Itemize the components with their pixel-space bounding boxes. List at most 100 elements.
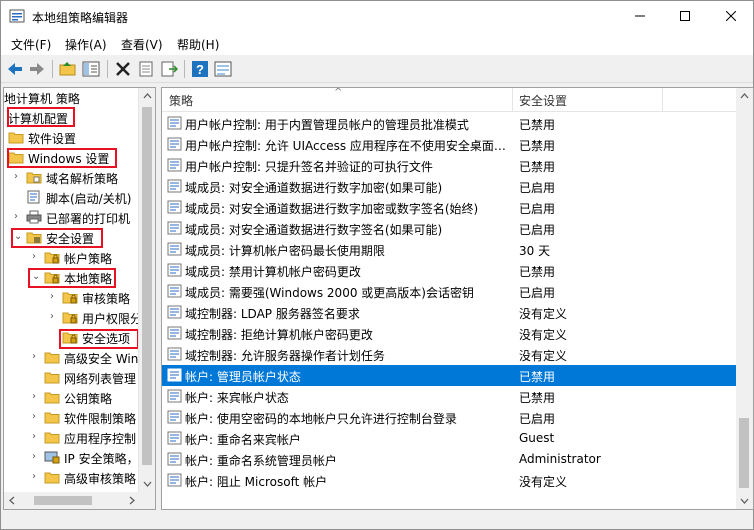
- collapsed-chevron-icon[interactable]: ›: [50, 291, 60, 302]
- list-scroll-thumb[interactable]: [739, 418, 749, 488]
- show-tree-icon[interactable]: [82, 60, 100, 78]
- view-icon[interactable]: [214, 60, 232, 78]
- collapsed-chevron-icon[interactable]: ›: [32, 411, 42, 422]
- policy-name: 用户帐户控制: 允许 UIAccess 应用程序在不使用安全桌面…: [185, 139, 505, 153]
- menu-file[interactable]: 文件(F): [11, 36, 51, 53]
- policy-row[interactable]: 域控制器: LDAP 服务器签名要求 没有定义: [162, 302, 736, 323]
- policy-row[interactable]: 域成员: 需要强(Windows 2000 或更高版本)会话密钥 已启用: [162, 281, 736, 302]
- policy-row[interactable]: 帐户: 重命名系统管理员帐户 Administrator: [162, 449, 736, 470]
- scroll-down-icon[interactable]: [736, 492, 753, 509]
- forward-icon[interactable]: [28, 60, 46, 78]
- scroll-up-icon[interactable]: [736, 88, 753, 105]
- folder-icon: [44, 470, 60, 484]
- title-bar: 本地组策略编辑器: [1, 1, 753, 32]
- tree-item-label: 帐户策略: [64, 252, 113, 266]
- highlight-box: [59, 329, 139, 349]
- tree-item-label: 高级审核策略: [64, 472, 137, 486]
- policy-name: 域成员: 需要强(Windows 2000 或更高版本)会话密钥: [185, 286, 474, 300]
- policy-list-pane[interactable]: ^ 策略 安全设置 用户帐户控制: 用于内置管理员帐户的管理员批准模式 已禁用 用户…: [161, 87, 754, 510]
- toolbar-separator: [52, 60, 53, 78]
- back-icon[interactable]: [6, 60, 24, 78]
- security-setting-value: 已启用: [519, 286, 556, 300]
- policy-row[interactable]: 用户帐户控制: 只提升签名并验证的可执行文件 已禁用: [162, 155, 736, 176]
- policy-setting-icon: [167, 158, 182, 172]
- policy-row[interactable]: 域成员: 计算机帐户密码最长使用期限 30 天: [162, 239, 736, 260]
- policy-name: 域控制器: 允许服务器操作者计划任务: [185, 349, 385, 363]
- security-setting-value: 30 天: [519, 244, 551, 258]
- tree-scroll-thumb[interactable]: [142, 107, 152, 465]
- policy-row[interactable]: 域控制器: 拒绝计算机帐户密码更改 没有定义: [162, 323, 736, 344]
- policy-setting-icon: [167, 242, 182, 256]
- policy-setting-icon: [167, 221, 182, 235]
- tree-item-label: 域名解析策略: [46, 172, 119, 186]
- policy-setting-icon: [167, 284, 182, 298]
- policy-row[interactable]: 域成员: 对安全通道数据进行数字加密或数字签名(始终) 已启用: [162, 197, 736, 218]
- tree-item-label: 已部署的打印机: [46, 212, 131, 226]
- column-header-setting[interactable]: 安全设置: [519, 92, 567, 109]
- delete-icon[interactable]: [114, 60, 132, 78]
- help-icon[interactable]: ?: [191, 60, 209, 78]
- tree-root-label: 地计算机 策略: [4, 92, 80, 106]
- security-setting-value: 已启用: [519, 223, 556, 237]
- column-header-policy[interactable]: 策略: [169, 92, 193, 109]
- menu-action[interactable]: 操作(A): [65, 36, 107, 53]
- list-vertical-scrollbar[interactable]: [736, 88, 753, 509]
- collapsed-chevron-icon[interactable]: ›: [32, 431, 42, 442]
- menu-bar: 文件(F) 操作(A) 查看(V) 帮助(H): [1, 32, 753, 55]
- policy-row[interactable]: 帐户: 管理员帐户状态 已禁用: [162, 365, 736, 386]
- folder-icon: [44, 390, 60, 404]
- toolbar-separator: [184, 60, 185, 78]
- tree-item-label: 审核策略: [82, 292, 131, 306]
- collapsed-chevron-icon[interactable]: ›: [32, 391, 42, 402]
- policy-row[interactable]: 帐户: 重命名来宾帐户 Guest: [162, 428, 736, 449]
- close-button[interactable]: [708, 1, 753, 31]
- tree-hscroll-thumb[interactable]: [34, 496, 92, 505]
- tree-item-label: 网络列表管理: [64, 372, 137, 386]
- column-separator[interactable]: [662, 88, 663, 112]
- close-icon: [725, 11, 736, 21]
- collapsed-chevron-icon[interactable]: ›: [32, 351, 42, 362]
- menu-view[interactable]: 查看(V): [121, 36, 163, 53]
- tree-item-label: 脚本(启动/关机): [46, 192, 132, 206]
- collapsed-chevron-icon[interactable]: ›: [50, 311, 60, 322]
- maximize-icon: [679, 11, 690, 21]
- policy-row[interactable]: 域控制器: 允许服务器操作者计划任务 没有定义: [162, 344, 736, 365]
- tree-vertical-scrollbar[interactable]: [138, 88, 155, 492]
- policy-name: 用户帐户控制: 用于内置管理员帐户的管理员批准模式: [185, 118, 469, 132]
- collapsed-chevron-icon[interactable]: ›: [32, 471, 42, 482]
- minimize-button[interactable]: [617, 1, 662, 31]
- policy-name: 域成员: 对安全通道数据进行数字签名(如果可能): [185, 223, 443, 237]
- properties-icon[interactable]: [137, 60, 155, 78]
- policy-row[interactable]: 帐户: 阻止 Microsoft 帐户 没有定义: [162, 470, 736, 491]
- column-separator[interactable]: [512, 88, 513, 112]
- list-header: ^ 策略 安全设置: [162, 88, 736, 112]
- collapsed-chevron-icon[interactable]: ›: [14, 171, 24, 182]
- policy-row[interactable]: 域成员: 禁用计算机帐户密码更改 已禁用: [162, 260, 736, 281]
- tree-horizontal-scrollbar[interactable]: [4, 492, 140, 509]
- policy-row[interactable]: 用户帐户控制: 用于内置管理员帐户的管理员批准模式 已禁用: [162, 113, 736, 134]
- menu-help[interactable]: 帮助(H): [177, 36, 219, 53]
- scroll-left-icon[interactable]: [4, 492, 21, 509]
- collapsed-chevron-icon[interactable]: ›: [14, 211, 24, 222]
- policy-name: 域控制器: LDAP 服务器签名要求: [185, 307, 360, 321]
- policy-row[interactable]: 域成员: 对安全通道数据进行数字加密(如果可能) 已启用: [162, 176, 736, 197]
- collapsed-chevron-icon[interactable]: ›: [32, 251, 42, 262]
- folder-icon: [44, 410, 60, 424]
- policy-row[interactable]: 用户帐户控制: 允许 UIAccess 应用程序在不使用安全桌面… 已禁用: [162, 134, 736, 155]
- scroll-down-icon[interactable]: [139, 475, 156, 492]
- scroll-up-icon[interactable]: [139, 88, 156, 105]
- collapsed-chevron-icon[interactable]: ›: [32, 451, 42, 462]
- maximize-button[interactable]: [662, 1, 707, 31]
- policy-row[interactable]: 帐户: 来宾帐户状态 已禁用: [162, 386, 736, 407]
- up-folder-icon[interactable]: [59, 60, 77, 78]
- policy-row[interactable]: 帐户: 使用空密码的本地帐户只允许进行控制台登录 已启用: [162, 407, 736, 428]
- export-icon[interactable]: [160, 60, 178, 78]
- tree-pane[interactable]: 地计算机 策略 计算机配置 软件设置 Windows 设置 › 域名解析策略 脚本(启动/…: [3, 87, 156, 510]
- window-title: 本地组策略编辑器: [32, 11, 129, 25]
- tree-item-label: 公钥策略: [64, 392, 113, 406]
- folder-icon: [44, 350, 60, 364]
- toolbar: ?: [1, 55, 753, 83]
- security-setting-value: 已禁用: [519, 391, 556, 405]
- security-setting-value: 已禁用: [519, 160, 556, 174]
- policy-row[interactable]: 域成员: 对安全通道数据进行数字签名(如果可能) 已启用: [162, 218, 736, 239]
